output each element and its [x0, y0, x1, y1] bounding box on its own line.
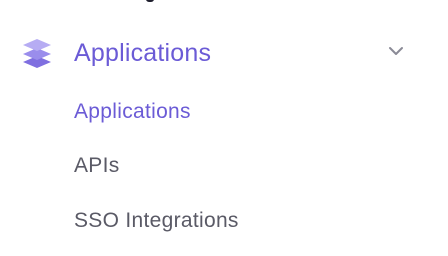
layers-icon [23, 39, 51, 68]
previous-item-fragment [96, 0, 166, 4]
sidebar-nav: Applications Applications APIs SSO Integ… [0, 0, 448, 256]
sidebar-item-sso-integrations[interactable]: SSO Integrations [74, 207, 239, 235]
chevron-down-icon[interactable] [384, 42, 408, 60]
sidebar-item-apis[interactable]: APIs [74, 152, 120, 180]
section-title: Applications [74, 39, 212, 67]
sidebar-item-applications[interactable]: Applications [74, 98, 191, 126]
applications-section-header[interactable]: Applications [0, 30, 448, 76]
